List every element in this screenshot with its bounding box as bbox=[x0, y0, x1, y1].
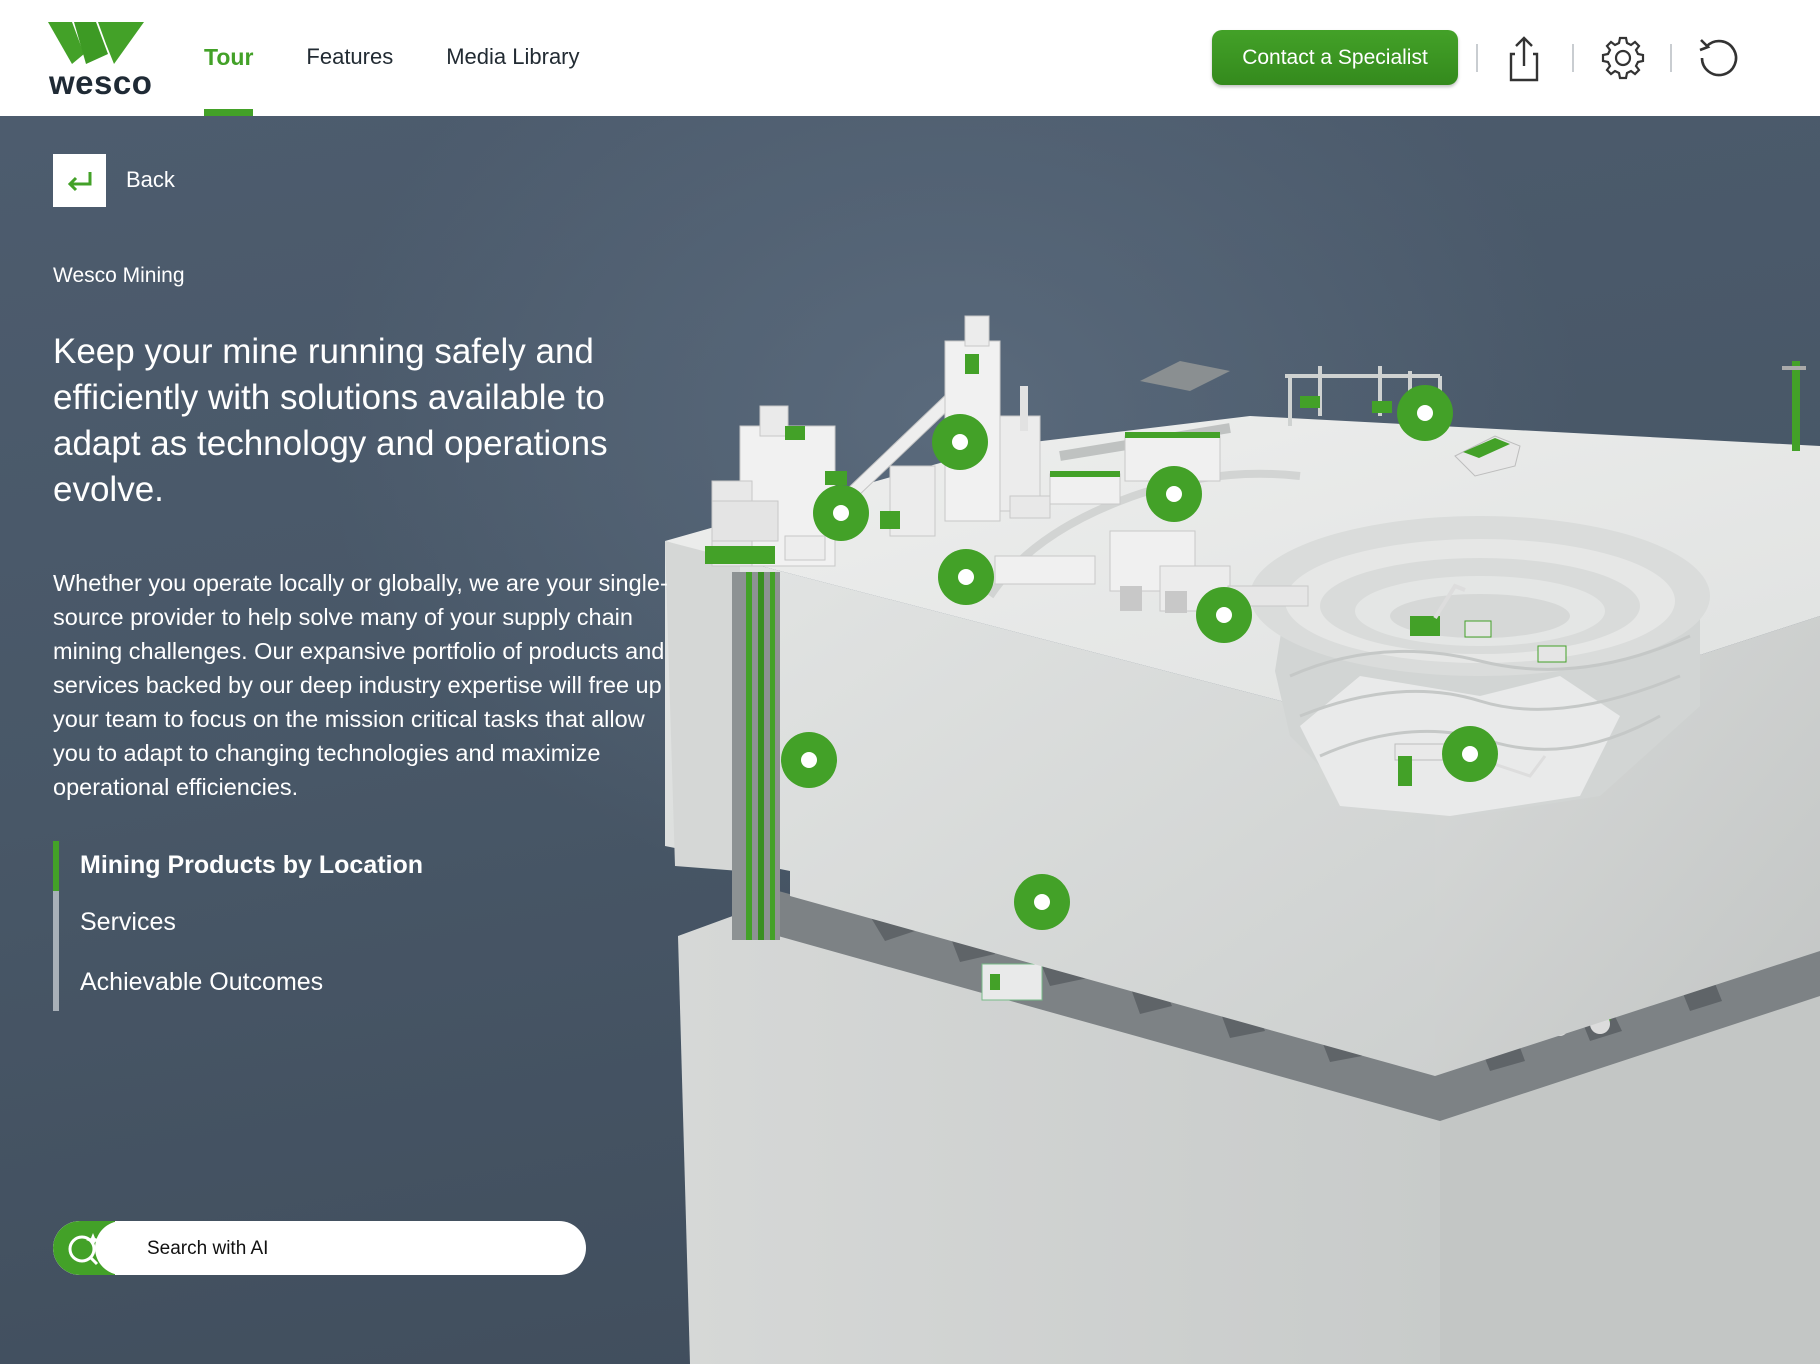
nav-tab-tour[interactable]: Tour bbox=[204, 0, 254, 116]
gear-icon[interactable] bbox=[1597, 32, 1649, 84]
section-nav-mining-products[interactable]: Mining Products by Location bbox=[53, 841, 479, 891]
back-label[interactable]: Back bbox=[126, 167, 175, 193]
share-icon[interactable] bbox=[1498, 32, 1550, 84]
hotspot-marker[interactable] bbox=[813, 485, 869, 541]
section-nav-services[interactable]: Services bbox=[59, 891, 479, 953]
logo-wordmark: wesco bbox=[49, 64, 153, 101]
ai-search-bar[interactable] bbox=[53, 1221, 586, 1275]
hotspot-marker[interactable] bbox=[1146, 466, 1202, 522]
wesco-logo-mark bbox=[48, 22, 144, 64]
top-header: wesco Tour Features Media Library Contac… bbox=[0, 0, 1820, 116]
section-nav-achievable-outcomes[interactable]: Achievable Outcomes bbox=[59, 953, 479, 1011]
reset-icon[interactable] bbox=[1693, 32, 1745, 84]
section-nav: Mining Products by Location Services Ach… bbox=[53, 841, 479, 1011]
hotspot-marker[interactable] bbox=[1397, 385, 1453, 441]
hotspot-marker[interactable] bbox=[1442, 726, 1498, 782]
contact-specialist-button[interactable]: Contact a Specialist bbox=[1212, 30, 1458, 85]
header-divider bbox=[1476, 44, 1478, 72]
intro-paragraph: Whether you operate locally or globally,… bbox=[53, 570, 668, 800]
header-divider bbox=[1572, 44, 1574, 72]
ai-search-icon[interactable] bbox=[53, 1221, 135, 1275]
hotspot-marker[interactable] bbox=[938, 549, 994, 605]
nav-tab-media-library[interactable]: Media Library bbox=[446, 0, 579, 116]
wesco-logo[interactable]: wesco bbox=[48, 20, 152, 101]
back-button[interactable] bbox=[53, 154, 106, 207]
nav-tab-features[interactable]: Features bbox=[306, 0, 393, 116]
tour-stage: Back Wesco Mining Keep your mine running… bbox=[0, 116, 1820, 1364]
main-nav: Tour Features Media Library bbox=[204, 0, 633, 116]
return-arrow-icon bbox=[67, 172, 92, 192]
hotspot-marker[interactable] bbox=[1196, 587, 1252, 643]
ai-search-input[interactable] bbox=[145, 1221, 569, 1275]
hotspot-marker[interactable] bbox=[1014, 874, 1070, 930]
section-eyebrow: Wesco Mining bbox=[53, 264, 185, 287]
hotspot-marker[interactable] bbox=[781, 732, 837, 788]
page-headline: Keep your mine running safely and effici… bbox=[53, 332, 608, 509]
header-divider bbox=[1670, 44, 1672, 72]
hotspot-marker[interactable] bbox=[932, 414, 988, 470]
